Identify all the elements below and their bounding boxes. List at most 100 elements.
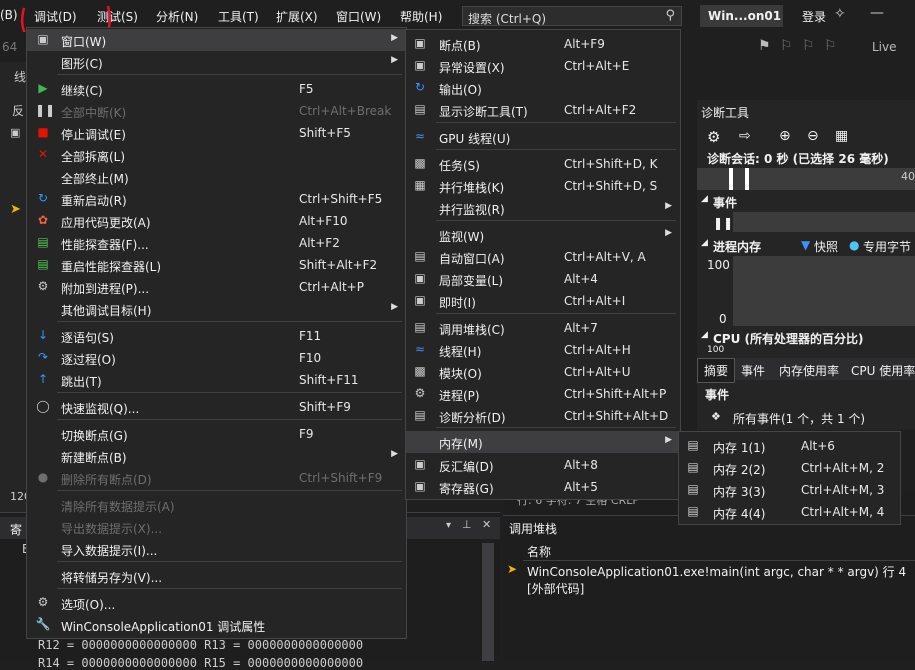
menu-item[interactable]: ↻ 重新启动(R) Ctrl+Shift+F5 [27,188,406,210]
menu-item[interactable]: ▤ 显示诊断工具(T) Ctrl+Alt+F2 [406,99,680,121]
menu-item-label: 全部中断(K) [61,106,127,120]
menu-item[interactable]: 清除所有数据提示(A) [27,494,406,516]
menu-extensions[interactable]: 扩展(X) [276,8,318,25]
bookmark-icon[interactable]: ⚑ [758,38,771,54]
pin-icon[interactable]: ⊥ [462,518,472,531]
menu-item[interactable]: ❚❚ 全部中断(K) Ctrl+Alt+Break [27,100,406,122]
menu-item[interactable]: ↓ 逐语句(S) F11 [27,325,406,347]
menu-item[interactable]: ▣ 异常设置(X) Ctrl+Alt+E [406,55,680,77]
diag-tabs: 摘要 事件 内存使用率 CPU 使用率 [697,358,915,383]
timeline-ruler[interactable]: 40 [697,168,915,190]
menu-item[interactable]: ▣ 窗口(W) ▶ [27,29,406,51]
menu-item[interactable]: ✿ 应用代码更改(A) Alt+F10 [27,210,406,232]
menu-item[interactable]: 图形(C) ▶ [27,51,406,73]
menu-item[interactable]: ▣ 寄存器(G) Alt+5 [406,476,680,498]
menu-item[interactable]: ▤ 内存 3(3) Ctrl+Alt+M, 3 [679,479,900,501]
menu-item-shortcut: Shift+Alt+F2 [299,258,378,272]
sign-in-link[interactable]: 登录 [802,8,826,25]
menu-item[interactable]: ▣ 断点(B) Alt+F9 [406,33,680,55]
menu-item[interactable]: 并行监视(R) ▶ [406,197,680,219]
zoom-in-icon[interactable]: ⊕ [779,128,791,144]
window-submenu: ▣ 断点(B) Alt+F9 ▣ 异常设置(X) Ctrl+Alt+E ↻ 输出(O) ▤ 显示诊… [405,29,681,500]
bookmark-next-icon[interactable]: ⚐ [802,38,815,54]
menu-item[interactable]: ▤ 内存 2(2) Ctrl+Alt+M, 2 [679,457,900,479]
menu-item[interactable]: ▦ 并行堆栈(K) Ctrl+Shift+D, S [406,175,680,197]
menu-item[interactable]: 导入数据提示(I)... [27,538,406,560]
callstack-row[interactable]: WinConsoleApplication01.exe!main(int arg… [527,563,906,580]
menu-item[interactable]: ↻ 输出(O) [406,77,680,99]
menu-item[interactable]: ▤ 重启性能探查器(L) Shift+Alt+F2 [27,254,406,276]
menu-item[interactable]: ≈ GPU 线程(U) [406,126,680,148]
menu-item[interactable]: ▤ 自动窗口(A) Ctrl+Alt+V, A [406,246,680,268]
menu-item[interactable]: ≈ 线程(H) Ctrl+Alt+H [406,339,680,361]
menu-item[interactable]: 全部终止(M) [27,166,406,188]
tab-memory-usage[interactable]: 内存使用率 [779,362,839,379]
menu-item[interactable]: ⚙ 进程(P) Ctrl+Shift+Alt+P [406,383,680,405]
menu-item[interactable]: 其他调试目标(H) ▶ [27,298,406,320]
chart-icon[interactable]: ▦ [835,128,848,144]
callstack-col-name[interactable]: 名称 [527,543,551,560]
live-share-button[interactable]: Live [872,40,897,54]
callstack-row[interactable]: [外部代码] [527,580,584,597]
menu-item[interactable]: ▣ 局部变量(L) Alt+4 [406,268,680,290]
close-panel-icon[interactable]: ✕ [482,518,491,531]
menu-item-label: 局部变量(L) [439,274,504,288]
all-events-link[interactable]: 所有事件(1 个，共 1 个) [733,410,865,427]
menu-window[interactable]: 窗口(W) [336,8,381,25]
registers-scrollbar[interactable] [482,543,494,661]
collapse-arrow-icon[interactable]: ◢ [701,330,708,340]
menu-item-shortcut: Alt+F9 [564,37,605,51]
menu-item[interactable]: 导出数据提示(X)... [27,516,406,538]
menu-item[interactable]: ✕ 全部拆离(L) [27,144,406,166]
menu-item[interactable]: ▤ 调用堆栈(C) Alt+7 [406,317,680,339]
menu-item[interactable]: ▤ 诊断分析(D) Ctrl+Shift+Alt+D [406,405,680,427]
menu-item-label: 内存 1(1) [713,441,766,455]
menu-item[interactable]: ▶ 继续(C) F5 [27,78,406,100]
menu-item[interactable]: ↑ 跳出(T) Shift+F11 [27,369,406,391]
menu-item[interactable]: ▤ 性能探查器(F)... Alt+F2 [27,232,406,254]
pause-events-icon[interactable]: ❚❚ [713,216,733,230]
collapse-arrow-icon[interactable]: ◢ [701,238,708,248]
menu-item[interactable]: ▣ 反汇编(D) Alt+8 [406,454,680,476]
menu-item[interactable]: 监视(W) ▶ [406,224,680,246]
menu-analyze[interactable]: 分析(N) [156,8,198,25]
account-icon[interactable]: ✧ [834,6,846,22]
menu-item[interactable]: ▩ 任务(S) Ctrl+Shift+D, K [406,153,680,175]
export-icon[interactable]: ⇨ [739,128,751,144]
menu-item[interactable]: ↷ 逐过程(O) F10 [27,347,406,369]
menu-item[interactable]: ▤ 内存 4(4) Ctrl+Alt+M, 4 [679,501,900,523]
tab-summary[interactable]: 摘要 [697,358,736,383]
search-box[interactable]: 搜索 (Ctrl+Q) ⚲ [462,6,682,26]
menu-item[interactable]: ▩ 模块(O) Ctrl+Alt+U [406,361,680,383]
menu-item[interactable]: 将转储另存为(V)... [27,565,406,587]
menu-item[interactable]: 新建断点(B) ▶ [27,445,406,467]
events-label: 事件 [713,196,738,210]
menu-item[interactable]: ⚙ 附加到进程(P)... Ctrl+Alt+P [27,276,406,298]
menu-help[interactable]: 帮助(H) [400,8,442,25]
locals-icon: ▣ [414,271,426,285]
menu-item[interactable]: 🔧 WinConsoleApplication01 调试属性 [27,614,406,636]
menu-tools[interactable]: 工具(T) [218,8,259,25]
menu-item[interactable]: ◯ 快速监视(Q)... Shift+F9 [27,396,406,418]
menu-item-label: 逐语句(S) [61,331,114,345]
menu-item[interactable]: 内存(M) ▶ [406,431,680,453]
menu-item-label: 将转储另存为(V)... [61,571,163,585]
menu-item[interactable]: ■ 停止调试(E) Shift+F5 [27,122,406,144]
tab-events[interactable]: 事件 [741,362,765,379]
collapse-arrow-icon[interactable]: ◢ [701,194,708,204]
menu-item-shortcut: F10 [299,351,322,365]
panel-dropdown-icon[interactable]: ▾ [446,520,451,531]
menu-item-shortcut: Ctrl+Alt+M, 2 [801,461,885,475]
bookmark-prev-icon[interactable]: ⚐ [780,38,793,54]
menu-item[interactable]: ⚙ 选项(O)... [27,592,406,614]
minimize-icon[interactable]: — [870,5,884,21]
zoom-out-icon[interactable]: ⊖ [807,128,819,144]
settings-gear-icon[interactable]: ⚙ [707,128,720,146]
menu-item[interactable]: ● 删除所有断点(D) Ctrl+Shift+F9 [27,467,406,489]
menu-item[interactable]: ▣ 即时(I) Ctrl+Alt+I [406,290,680,312]
menu-item[interactable]: 切换断点(G) F9 [27,423,406,445]
bookmark-clear-icon[interactable]: ⚐ [824,38,837,54]
diag-title: 诊断工具 [701,106,750,120]
menu-item[interactable]: ▤ 内存 1(1) Alt+6 [679,435,900,457]
tab-cpu-usage[interactable]: CPU 使用率 [851,362,915,379]
